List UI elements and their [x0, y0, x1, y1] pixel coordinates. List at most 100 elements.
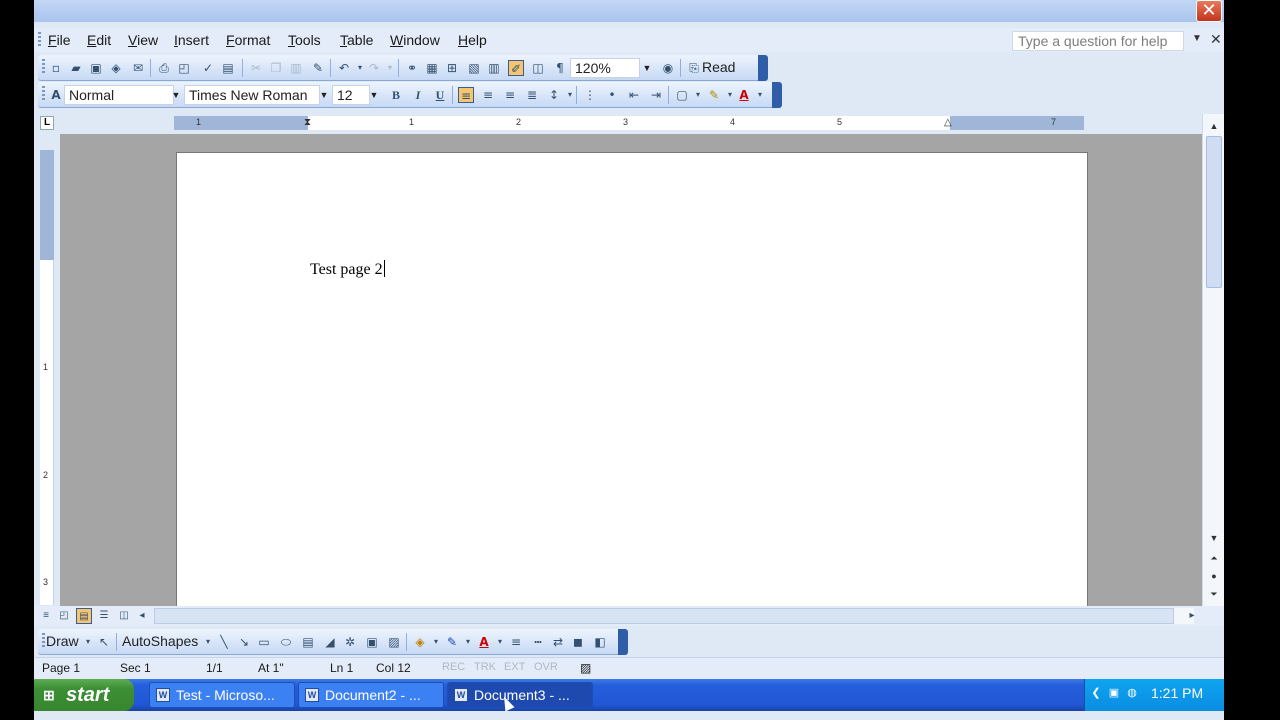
line-color-icon[interactable]: ✎ — [444, 634, 460, 650]
email-icon[interactable]: ✉ — [130, 60, 146, 76]
draw-menu-button[interactable]: Draw — [46, 633, 79, 649]
web-layout-icon[interactable]: ◰ — [56, 608, 72, 624]
read-button[interactable]: Read — [702, 59, 735, 75]
menu-help[interactable]: Help — [458, 32, 487, 48]
undo-icon[interactable]: ↶ — [336, 60, 352, 76]
show-hide-icon[interactable]: ¶ — [552, 60, 568, 76]
toolbar-options-icon[interactable] — [758, 55, 768, 81]
font-color-dropdown-icon[interactable]: ▾ — [752, 87, 768, 103]
cut-icon[interactable]: ✂ — [248, 60, 264, 76]
font-color-icon[interactable]: A — [476, 634, 492, 650]
messenger-icon[interactable]: ◍ — [1125, 686, 1139, 700]
task-button-test[interactable]: W Test - Microso... — [149, 682, 295, 708]
scroll-down-icon[interactable]: ▼ — [1206, 530, 1222, 546]
clip-art-icon[interactable]: ▣ — [364, 634, 380, 650]
select-browse-object-icon[interactable]: ● — [1206, 568, 1222, 584]
toolbar-grip[interactable] — [42, 633, 45, 649]
line-icon[interactable]: ╲ — [216, 634, 232, 650]
dash-style-icon[interactable]: ┅ — [530, 634, 546, 650]
close-document-icon[interactable]: ✕ — [1210, 31, 1222, 48]
decrease-indent-icon[interactable]: ⇤ — [626, 87, 642, 103]
italic-button[interactable]: I — [410, 87, 426, 103]
outline-view-icon[interactable]: ☰ — [96, 608, 112, 624]
copy-icon[interactable]: ❐ — [268, 60, 284, 76]
bullets-icon[interactable]: • — [604, 87, 620, 103]
document-area[interactable]: Test page 2 — [60, 134, 1202, 612]
3d-style-icon[interactable]: ◧ — [592, 634, 608, 650]
border-dropdown-icon[interactable]: ▾ — [690, 87, 706, 103]
permission-icon[interactable]: ◈ — [108, 60, 124, 76]
zoom-select[interactable]: 120% — [570, 58, 640, 78]
select-objects-icon[interactable]: ↖ — [96, 634, 112, 650]
status-ext[interactable]: EXT — [504, 661, 525, 673]
research-icon[interactable]: ▤ — [220, 60, 236, 76]
print-preview-icon[interactable]: ◰ — [176, 60, 192, 76]
autoshapes-dropdown-icon[interactable]: ▾ — [200, 634, 216, 650]
help-search-input[interactable]: Type a question for help — [1012, 31, 1184, 51]
highlight-icon[interactable]: ✎ — [706, 87, 722, 103]
next-page-icon[interactable]: ⏷ — [1206, 586, 1222, 602]
previous-page-icon[interactable]: ⏶ — [1206, 550, 1222, 566]
rectangle-icon[interactable]: ▭ — [256, 634, 272, 650]
bold-button[interactable]: B — [388, 87, 404, 103]
read-icon[interactable]: ⎘ — [686, 60, 702, 76]
tab-selector-icon[interactable]: L — [40, 116, 54, 130]
network-icon[interactable]: ▣ — [1107, 686, 1121, 700]
save-icon[interactable]: ▣ — [88, 60, 104, 76]
insert-table-icon[interactable]: ⊞ — [444, 60, 460, 76]
align-right-icon[interactable]: ≡ — [502, 87, 518, 103]
menu-insert[interactable]: Insert — [174, 32, 209, 48]
font-dropdown-icon[interactable]: ▼ — [318, 85, 330, 105]
text-box-icon[interactable]: ▤ — [300, 634, 316, 650]
document-page[interactable]: Test page 2 — [176, 152, 1088, 612]
redo-dropdown-icon[interactable]: ▾ — [382, 60, 398, 76]
status-rec[interactable]: REC — [442, 661, 465, 673]
toolbar-grip[interactable] — [42, 86, 45, 102]
menu-edit[interactable]: Edit — [87, 32, 111, 48]
chevron-down-icon[interactable]: ▼ — [1192, 33, 1202, 44]
tables-borders-icon[interactable]: ▦ — [424, 60, 440, 76]
horizontal-ruler[interactable]: 1 1 2 3 4 5 7 ⧗ △ — [174, 116, 1084, 130]
new-document-icon[interactable]: ▫ — [48, 60, 64, 76]
shadow-icon[interactable]: ◼ — [570, 634, 586, 650]
line-color-dropdown-icon[interactable]: ▾ — [460, 634, 476, 650]
spelling-icon[interactable]: ✓ — [200, 60, 216, 76]
reading-layout-icon[interactable]: ◫ — [116, 608, 132, 624]
font-select[interactable]: Times New Roman — [184, 85, 320, 105]
increase-indent-icon[interactable]: ⇥ — [648, 87, 664, 103]
document-map-icon[interactable]: ◫ — [530, 60, 546, 76]
normal-view-icon[interactable]: ≡ — [38, 608, 54, 624]
fill-color-dropdown-icon[interactable]: ▾ — [428, 634, 444, 650]
open-folder-icon[interactable]: ▰ — [68, 60, 84, 76]
wordart-icon[interactable]: ◢ — [322, 634, 338, 650]
align-center-icon[interactable]: ≡ — [480, 87, 496, 103]
numbering-icon[interactable]: ⋮ — [582, 87, 598, 103]
horizontal-scrollbar[interactable] — [154, 608, 1194, 624]
oval-icon[interactable]: ⬭ — [278, 634, 294, 650]
menu-tools[interactable]: Tools — [288, 32, 321, 48]
hyperlink-icon[interactable]: ⚭ — [404, 60, 420, 76]
drawing-icon[interactable]: ✐ — [508, 60, 524, 76]
help-icon[interactable]: ◉ — [660, 60, 676, 76]
line-spacing-icon[interactable]: ↕ — [546, 87, 562, 103]
font-size-dropdown-icon[interactable]: ▼ — [368, 85, 380, 105]
redo-icon[interactable]: ↷ — [366, 60, 382, 76]
right-indent-marker-icon[interactable]: △ — [944, 117, 952, 128]
font-color-icon[interactable]: A — [736, 87, 752, 103]
scroll-left-icon[interactable]: ◂ — [134, 608, 150, 624]
horizontal-scroll-thumb[interactable] — [154, 608, 1174, 624]
status-ovr[interactable]: OVR — [534, 661, 558, 673]
menu-format[interactable]: Format — [226, 32, 270, 48]
align-left-icon[interactable]: ≡ — [458, 87, 474, 103]
toolbar-options-icon[interactable] — [772, 82, 782, 108]
arrow-style-icon[interactable]: ⇄ — [550, 634, 566, 650]
columns-icon[interactable]: ▥ — [486, 60, 502, 76]
zoom-dropdown-icon[interactable]: ▼ — [641, 58, 653, 78]
show-hidden-icons-icon[interactable]: ❮ — [1089, 686, 1103, 700]
font-color-dropdown-icon[interactable]: ▾ — [492, 634, 508, 650]
document-text[interactable]: Test page 2 — [310, 260, 385, 279]
picture-icon[interactable]: ▨ — [386, 634, 402, 650]
scroll-up-icon[interactable]: ▲ — [1206, 118, 1222, 134]
toolbar-grip[interactable] — [42, 59, 45, 75]
format-painter-icon[interactable]: ✎ — [310, 60, 326, 76]
